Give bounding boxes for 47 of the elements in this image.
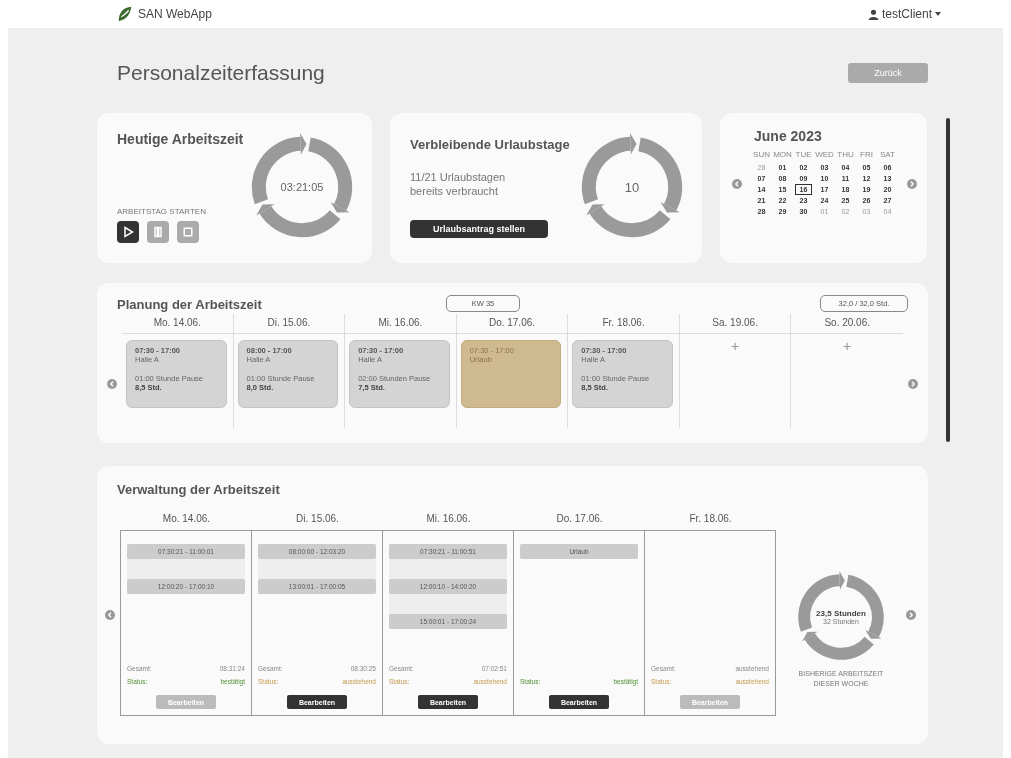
day-header: Di. 15.06. [295, 513, 340, 526]
pause-button[interactable] [147, 221, 169, 243]
weekday-label: WED [815, 150, 834, 159]
day-header: Mi. 16.06. [425, 513, 472, 526]
user-menu[interactable]: testClient [867, 7, 941, 21]
play-button[interactable] [117, 221, 139, 243]
weekday-label: SAT [880, 150, 895, 159]
day-header: Fr. 18.06. [688, 513, 733, 526]
elapsed-time: 03:21:05 [280, 181, 324, 193]
previous-button[interactable] [105, 609, 115, 620]
day-header: Mo. 14.06. [161, 513, 212, 526]
day-header: Mi. 16.06. [345, 314, 456, 334]
day-header: So. 20.06. [791, 314, 903, 334]
logo-icon [116, 5, 134, 23]
calendar-title: June 2023 [754, 128, 823, 144]
start-label: ARBEITSTAG STARTEN [117, 207, 207, 216]
stop-button[interactable] [177, 221, 199, 243]
day-header: Do. 17.06. [555, 513, 604, 526]
page-title: Personalzeiterfassung [117, 61, 325, 85]
weekday-label: SUN [753, 150, 770, 159]
day-header: Fr. 18.06. [568, 314, 679, 334]
weekday-label: MON [773, 150, 792, 159]
next-button[interactable] [908, 379, 918, 389]
app-name: SAN WebApp [138, 7, 212, 21]
remaining-days: 10 [624, 179, 640, 195]
card-title: Verbleibende Urlaubstage [410, 137, 570, 152]
card-title: Verwaltung der Arbeitszeit [117, 482, 281, 497]
previous-button[interactable] [107, 379, 117, 389]
day-header: Mo. 14.06. [122, 314, 233, 334]
scrollbar[interactable] [946, 118, 950, 442]
vacation-request-button[interactable]: Urlaubsantrag stellen [410, 220, 548, 238]
previous-button[interactable] [732, 178, 742, 189]
used-days-text: 11/21 Urlaubstagen [410, 170, 507, 184]
card-title: Planung der Arbeitszeit [117, 297, 263, 312]
card-title: Heutige Arbeitszeit [117, 131, 244, 147]
weekday-label: TUE [795, 150, 812, 159]
day-header: Sa. 19.06. [679, 314, 791, 334]
day-header: Di. 15.06. [233, 314, 345, 334]
used-days-text: bereits verbraucht [410, 184, 500, 198]
weekday-label: THU [837, 150, 854, 159]
next-button[interactable] [906, 609, 916, 620]
next-button[interactable] [907, 178, 917, 189]
day-header: Do. 17.06. [456, 314, 568, 334]
person-icon [867, 8, 879, 20]
worked-hours: 23,5 Stunden [816, 608, 866, 618]
caret-icon [935, 12, 941, 16]
weekday-label: FRI [860, 150, 873, 159]
